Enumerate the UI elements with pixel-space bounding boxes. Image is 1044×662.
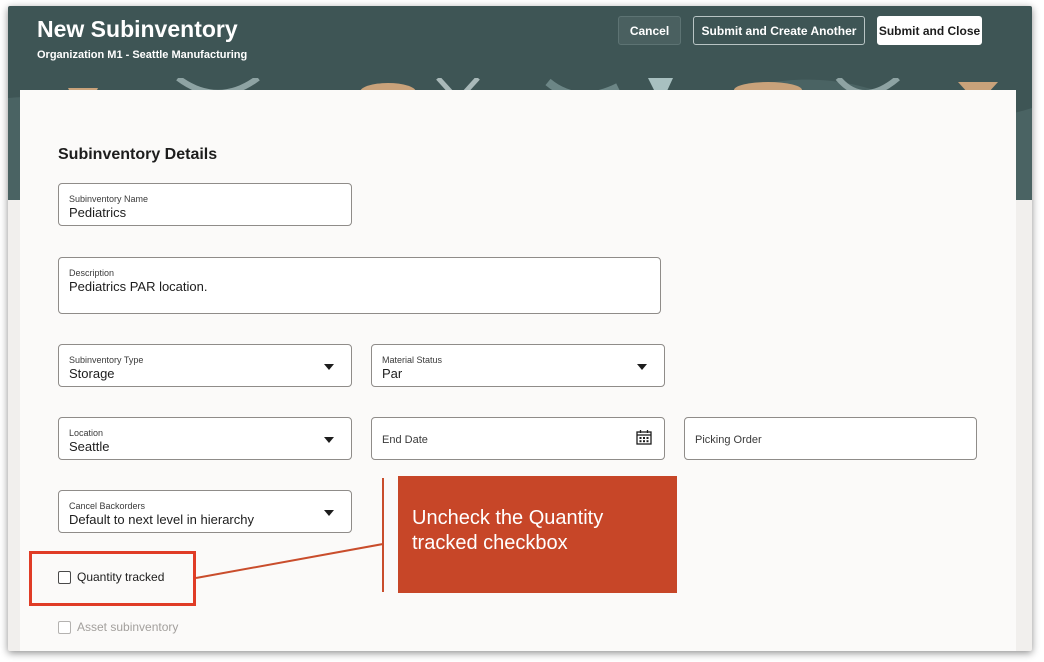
subinventory-type-select[interactable]: Subinventory Type Storage: [58, 344, 352, 387]
page-subtitle: Organization M1 - Seattle Manufacturing: [37, 49, 248, 61]
field-value: Pediatrics PAR location.: [69, 279, 208, 294]
field-label: Picking Order: [695, 434, 762, 446]
material-status-select[interactable]: Material Status Par: [371, 344, 665, 387]
chevron-down-icon: [324, 364, 334, 370]
chevron-down-icon: [637, 364, 647, 370]
field-value: Seattle: [69, 439, 110, 454]
submit-and-close-button[interactable]: Submit and Close: [877, 16, 982, 45]
field-value: Storage: [69, 366, 115, 381]
field-value: Default to next level in hierarchy: [69, 512, 254, 527]
field-label: End Date: [382, 434, 428, 446]
callout-tooltip: Uncheck the Quantity tracked checkbox: [398, 476, 677, 593]
picking-order-field[interactable]: Picking Order: [684, 417, 977, 460]
checkbox-label: Asset subinventory: [77, 620, 179, 634]
field-label: Material Status: [382, 355, 443, 365]
submit-and-create-another-button[interactable]: Submit and Create Another: [693, 16, 865, 45]
field-label: Cancel Backorders: [69, 501, 146, 511]
checkbox-box: [58, 620, 71, 634]
chevron-down-icon: [324, 437, 334, 443]
asset-subinventory-checkbox: Asset subinventory: [58, 620, 178, 634]
cancel-backorders-select[interactable]: Cancel Backorders Default to next level …: [58, 490, 352, 533]
subinventory-name-field[interactable]: Subinventory Name Pediatrics: [58, 183, 352, 226]
callout-divider: [382, 478, 384, 592]
field-value: Par: [382, 366, 403, 381]
field-value: Pediatrics: [69, 205, 127, 220]
chevron-down-icon: [324, 510, 334, 516]
field-label: Description: [69, 268, 115, 278]
description-field[interactable]: Description Pediatrics PAR location.: [58, 257, 661, 314]
end-date-field[interactable]: End Date: [371, 417, 665, 460]
location-select[interactable]: Location Seattle: [58, 417, 352, 460]
cancel-button[interactable]: Cancel: [618, 16, 681, 45]
field-label: Location: [69, 428, 104, 438]
calendar-icon[interactable]: [636, 429, 652, 445]
field-label: Subinventory Name: [69, 194, 149, 204]
field-label: Subinventory Type: [69, 355, 144, 365]
section-title: Subinventory Details: [58, 146, 218, 163]
highlight-box: [29, 551, 196, 606]
page-title: New Subinventory: [37, 16, 238, 42]
